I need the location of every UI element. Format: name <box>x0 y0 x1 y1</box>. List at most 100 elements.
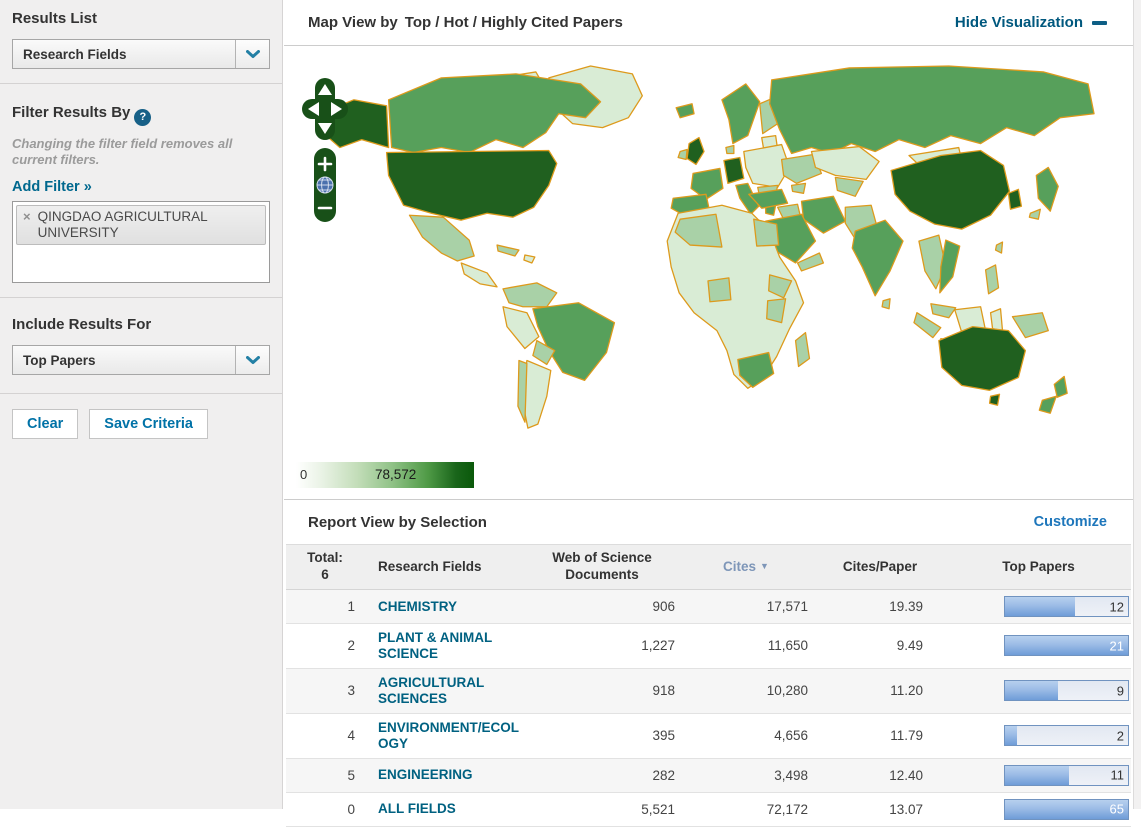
country-shape[interactable] <box>387 151 557 221</box>
top-papers-bar-fill <box>1005 597 1075 616</box>
filter-note: Changing the filter field removes all cu… <box>12 136 270 169</box>
cites-per-paper-cell: 19.39 <box>814 593 946 620</box>
country-shape[interactable] <box>524 255 535 263</box>
clear-button[interactable]: Clear <box>12 409 78 439</box>
country-shape[interactable] <box>1029 209 1040 219</box>
country-shape[interactable] <box>990 394 1000 405</box>
country-shape[interactable] <box>1036 167 1058 211</box>
results-list-dropdown[interactable]: Research Fields <box>12 39 270 69</box>
country-shape[interactable] <box>931 304 956 318</box>
country-shape[interactable] <box>461 263 497 287</box>
research-field-link[interactable]: CHEMISTRY <box>364 593 526 621</box>
table-row: 4ENVIRONMENT/ECOLOGY3954,65611.792 <box>286 714 1131 759</box>
research-field-link[interactable]: ALL FIELDS <box>364 795 526 823</box>
help-icon[interactable]: ? <box>134 109 151 126</box>
country-shape[interactable] <box>991 309 1003 331</box>
country-shape[interactable] <box>770 66 1094 154</box>
country-shape[interactable] <box>409 215 474 261</box>
country-shape[interactable] <box>518 360 527 422</box>
country-shape[interactable] <box>687 138 704 165</box>
country-shape[interactable] <box>708 278 731 302</box>
country-shape[interactable] <box>1012 313 1048 338</box>
table-body: 1CHEMISTRY90617,57119.39122PLANT & ANIMA… <box>286 590 1131 827</box>
cites-cell: 3,498 <box>678 762 814 789</box>
table-row: 0ALL FIELDS5,52172,17213.0765 <box>286 793 1131 827</box>
minimize-icon <box>1092 21 1107 25</box>
country-shape[interactable] <box>940 240 960 293</box>
country-shape[interactable] <box>796 333 810 367</box>
filter-results-title: Filter Results By? <box>12 104 270 126</box>
country-shape[interactable] <box>792 183 806 193</box>
country-shape[interactable] <box>691 168 723 199</box>
country-shape[interactable] <box>678 150 687 160</box>
top-papers-value: 9 <box>1117 683 1124 698</box>
header-web-of-science-documents[interactable]: Web of Science Documents <box>526 545 678 589</box>
rank-cell: 1 <box>286 593 364 620</box>
add-filter-link[interactable]: Add Filter » <box>12 179 92 195</box>
table-row: 3AGRICULTURAL SCIENCES91810,28011.209 <box>286 669 1131 714</box>
research-field-link[interactable]: ENVIRONMENT/ECOLOGY <box>364 714 526 758</box>
research-field-link[interactable]: PLANT & ANIMAL SCIENCE <box>364 624 526 668</box>
top-papers-cell: 9 <box>946 674 1131 707</box>
country-shape[interactable] <box>722 84 760 144</box>
cites-per-paper-cell: 9.49 <box>814 632 946 659</box>
country-shape[interactable] <box>852 220 903 296</box>
header-cites[interactable]: Cites▼ <box>678 545 814 589</box>
filter-chip-label: QINGDAO AGRICULTURAL UNIVERSITY <box>38 209 259 240</box>
save-criteria-button[interactable]: Save Criteria <box>89 409 208 439</box>
country-shape[interactable] <box>767 299 786 323</box>
top-papers-cell: 21 <box>946 629 1131 662</box>
country-shape[interactable] <box>891 151 1009 230</box>
chevron-down-icon[interactable] <box>235 346 269 374</box>
docs-cell: 906 <box>526 593 678 620</box>
research-field-link[interactable]: ENGINEERING <box>364 761 526 789</box>
country-shape[interactable] <box>882 299 890 309</box>
country-shape[interactable] <box>389 74 601 153</box>
customize-link[interactable]: Customize <box>1034 514 1107 530</box>
cites-cell: 10,280 <box>678 677 814 704</box>
country-shape[interactable] <box>1008 189 1021 209</box>
research-field-link[interactable]: AGRICULTURAL SCIENCES <box>364 669 526 713</box>
country-shape[interactable] <box>811 147 879 180</box>
hide-visualization-link[interactable]: Hide Visualization <box>955 14 1107 31</box>
country-shape[interactable] <box>503 283 557 307</box>
country-shape[interactable] <box>1039 396 1056 413</box>
country-shape[interactable] <box>914 313 941 338</box>
header-top-papers[interactable]: Top Papers <box>946 545 1131 589</box>
country-shape[interactable] <box>986 265 999 294</box>
top-papers-cell: 12 <box>946 590 1131 623</box>
top-papers-cell: 2 <box>946 719 1131 752</box>
cites-per-paper-cell: 11.20 <box>814 677 946 704</box>
map-pan-control[interactable] <box>302 78 348 230</box>
remove-filter-icon[interactable]: × <box>23 210 31 225</box>
countries[interactable] <box>322 66 1094 428</box>
country-shape[interactable] <box>1054 376 1067 397</box>
world-map[interactable] <box>292 58 1118 456</box>
top-papers-bar: 12 <box>1004 596 1129 617</box>
country-shape[interactable] <box>835 177 863 196</box>
country-shape[interactable] <box>996 242 1003 253</box>
country-shape[interactable] <box>939 327 1026 391</box>
country-shape[interactable] <box>754 219 779 246</box>
top-papers-value: 12 <box>1110 599 1124 614</box>
filter-chip[interactable]: × QINGDAO AGRICULTURAL UNIVERSITY <box>16 205 266 245</box>
country-shape[interactable] <box>676 104 694 118</box>
header-total: Total: 6 <box>286 545 364 589</box>
results-list-label: Results List <box>12 10 270 27</box>
include-results-selected-value: Top Papers <box>13 346 235 374</box>
vertical-scrollbar[interactable] <box>1133 0 1141 809</box>
country-shape[interactable] <box>497 245 519 256</box>
country-shape[interactable] <box>726 146 734 154</box>
filter-sidebar: Results List Research Fields Filter Resu… <box>0 0 283 809</box>
map-panel-header: Map View byTop / Hot / Highly Cited Pape… <box>284 0 1133 46</box>
header-cites-per-paper[interactable]: Cites/Paper <box>814 545 946 589</box>
globe-icon[interactable] <box>317 177 333 193</box>
country-shape[interactable] <box>724 158 744 184</box>
chevron-down-icon[interactable] <box>235 40 269 68</box>
top-papers-cell: 65 <box>946 793 1131 826</box>
header-research-fields[interactable]: Research Fields <box>364 545 526 589</box>
include-results-dropdown[interactable]: Top Papers <box>12 345 270 375</box>
legend-min-label: 0 <box>300 467 307 482</box>
top-papers-bar: 9 <box>1004 680 1129 701</box>
docs-cell: 282 <box>526 762 678 789</box>
